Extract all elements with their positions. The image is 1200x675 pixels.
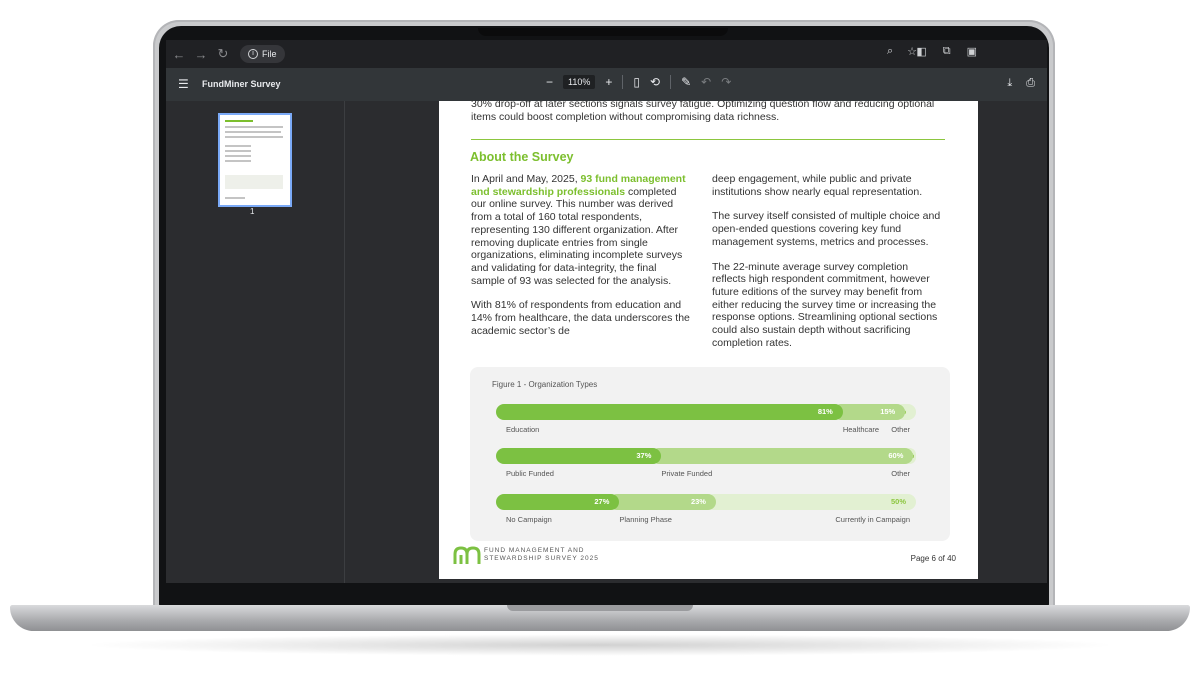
paragraph: In April and May, 2025, 93 fund manageme…	[471, 173, 693, 287]
footer-line: STEWARDSHIP SURVEY 2025	[484, 555, 599, 562]
bar-segment: 81%	[496, 404, 843, 420]
zoom-icon[interactable]: ⌕	[887, 45, 893, 58]
reading-list-icon[interactable]: ▣	[967, 45, 977, 58]
redo-icon[interactable]: ↷	[721, 75, 731, 89]
fit-page-icon[interactable]: ▯	[633, 75, 640, 89]
paragraph: The survey itself consisted of multiple …	[712, 210, 941, 248]
extension-actions: ◧ ⧉ ▣	[916, 45, 977, 58]
intro-paragraph: 30% drop-off at later sections signals s…	[471, 101, 935, 123]
download-icon[interactable]: ⤓	[1007, 77, 1012, 90]
rotate-icon[interactable]: ⟲	[650, 75, 660, 89]
forward-button[interactable]: →	[190, 47, 212, 62]
bar-category-label: Other	[891, 469, 910, 478]
figure-organization-types: Figure 1 - Organization Types 5%15%81%Ed…	[470, 367, 950, 541]
bar-row: 5%15%81%	[496, 404, 916, 420]
text-column-right: deep engagement, while public and privat…	[712, 173, 944, 361]
bar-row: 50% 23% 27%	[496, 494, 916, 510]
print-icon[interactable]: ⎙	[1026, 77, 1035, 90]
figure-title: Figure 1 - Organization Types	[492, 380, 598, 389]
document-viewer[interactable]: 30% drop-off at later sections signals s…	[345, 101, 1047, 583]
page-number: Page 6 of 40	[910, 554, 956, 563]
thumbnail-line	[225, 150, 251, 152]
text-column-left: In April and May, 2025, 93 fund manageme…	[471, 173, 693, 349]
toolbar-divider	[670, 75, 672, 89]
thumbnail-sidebar: 1	[166, 101, 345, 583]
bar-category-label: Private Funded	[661, 469, 713, 478]
bar-value-label: 37%	[636, 451, 652, 460]
bar-row: 3%60%37%	[496, 448, 916, 464]
footer-publication-name: FUND MANAGEMENT AND STEWARDSHIP SURVEY 2…	[484, 547, 599, 563]
address-text: File	[262, 49, 277, 59]
paragraph-text: completed our online survey. This number…	[471, 185, 683, 287]
file-actions: ⤓ ⎙	[1007, 77, 1035, 90]
bar-value-label: 23%	[690, 497, 706, 506]
fundminer-logo-icon	[453, 546, 481, 564]
bar-segment: 50%	[706, 494, 916, 510]
laptop-base-groove	[507, 605, 693, 611]
zoom-level[interactable]: 110%	[563, 75, 596, 89]
bar-segment: 37%	[496, 448, 662, 464]
reload-button[interactable]: ↻	[212, 46, 234, 62]
footer-line: FUND MANAGEMENT AND	[484, 547, 585, 554]
pdf-toolbar: ☰ FundMiner Survey − 110% + ▯ ⟲ ✎ ↶ ↷ ⤓ …	[166, 68, 1047, 101]
laptop-shadow	[80, 634, 1120, 656]
zoom-out-button[interactable]: −	[546, 75, 553, 89]
bar-segment: 23%	[609, 494, 716, 510]
thumbnail-line	[225, 126, 283, 128]
camera-notch	[478, 28, 728, 36]
zoom-in-button[interactable]: +	[605, 75, 612, 89]
zoom-controls: − 110% + ▯ ⟲ ✎ ↶ ↷	[546, 75, 731, 89]
extensions-icon[interactable]: ⧉	[943, 45, 951, 58]
address-bar[interactable]: i File	[240, 45, 285, 63]
menu-icon[interactable]: ☰	[178, 77, 189, 91]
pdf-page: 30% drop-off at later sections signals s…	[439, 101, 978, 579]
thumbnail-line	[225, 120, 253, 122]
document-title: FundMiner Survey	[202, 79, 281, 89]
bar-value-label: 15%	[880, 407, 896, 416]
annotate-icon[interactable]: ✎	[681, 75, 691, 89]
thumbnail-line	[225, 155, 251, 157]
bar-category-label: Healthcare	[842, 425, 880, 434]
bar-category-label: No Campaign	[506, 515, 552, 524]
thumbnail-figure	[225, 175, 283, 189]
bar-segment: 27%	[496, 494, 620, 510]
bar-category-label: Other	[891, 425, 910, 434]
paragraph-text: In April and May, 2025,	[471, 173, 581, 185]
undo-icon[interactable]: ↶	[701, 75, 711, 89]
section-heading: About the Survey	[470, 150, 574, 164]
bar-value-label: 50%	[890, 497, 906, 506]
bar-category-label: Public Funded	[506, 469, 554, 478]
paragraph: The 22-minute average survey completion …	[712, 260, 938, 349]
bar-segment: 60%	[651, 448, 914, 464]
screen: ← → ↻ i File ⌕ ☆ ◧ ⧉ ▣ ☰ FundMiner Surve…	[166, 40, 1047, 583]
page-thumbnail[interactable]	[218, 113, 292, 207]
paragraph: With 81% of respondents from education a…	[471, 299, 690, 337]
address-actions: ⌕ ☆	[887, 45, 917, 58]
bar-value-label: 60%	[888, 451, 904, 460]
bar-value-label: 81%	[817, 407, 833, 416]
thumbnail-line	[225, 145, 251, 147]
info-icon: i	[248, 49, 258, 59]
thumbnail-line	[225, 131, 281, 133]
toolbar-divider	[622, 75, 624, 89]
thumbnail-line	[225, 197, 245, 199]
thumbnail-line	[225, 160, 251, 162]
bar-value-label: 27%	[594, 497, 610, 506]
bar-category-label: Currently in Campaign	[835, 515, 910, 524]
bar-category-label: Planning Phase	[619, 515, 672, 524]
thumbnail-line	[225, 136, 283, 138]
back-button[interactable]: ←	[168, 47, 190, 62]
bar-segment: 15%	[832, 404, 906, 420]
shield-icon[interactable]: ◧	[916, 45, 926, 58]
bar-category-label: Education	[506, 425, 540, 434]
browser-toolbar: ← → ↻ i File ⌕ ☆ ◧ ⧉ ▣	[166, 40, 1047, 68]
paragraph: deep engagement, while public and privat…	[712, 173, 923, 198]
thumbnail-page-number: 1	[250, 207, 255, 216]
section-divider	[471, 139, 945, 140]
